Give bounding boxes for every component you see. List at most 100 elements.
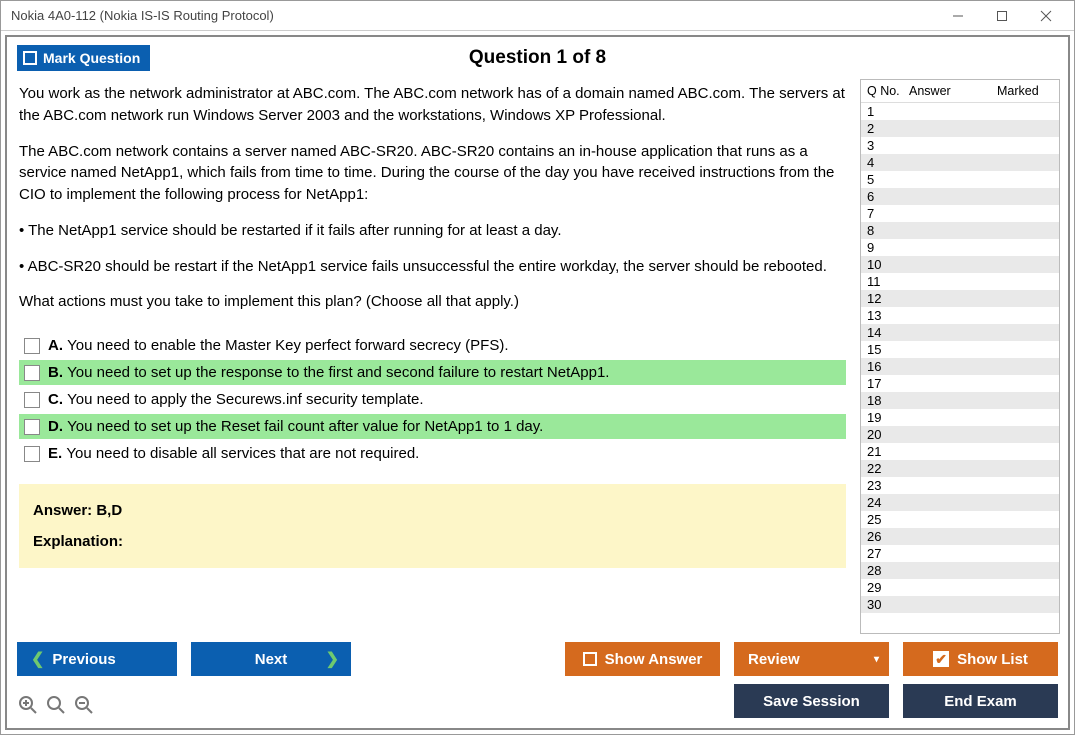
list-row[interactable]: 11 xyxy=(861,273,1059,290)
list-row[interactable]: 9 xyxy=(861,239,1059,256)
list-row[interactable]: 10 xyxy=(861,256,1059,273)
list-row[interactable]: 15 xyxy=(861,341,1059,358)
question-paragraph: What actions must you take to implement … xyxy=(19,291,846,313)
list-row[interactable]: 14 xyxy=(861,324,1059,341)
show-list-button[interactable]: ✔ Show List xyxy=(903,642,1058,676)
checkbox-icon xyxy=(23,51,37,65)
list-row[interactable]: 5 xyxy=(861,171,1059,188)
close-icon xyxy=(1040,10,1052,22)
row-qno: 18 xyxy=(861,393,907,408)
save-session-button[interactable]: Save Session xyxy=(734,684,889,718)
row-qno: 27 xyxy=(861,546,907,561)
row-qno: 11 xyxy=(861,274,907,289)
chevron-down-icon: ▾ xyxy=(874,654,879,665)
row-qno: 6 xyxy=(861,189,907,204)
option-checkbox[interactable] xyxy=(24,365,40,381)
list-row[interactable]: 21 xyxy=(861,443,1059,460)
show-list-label: Show List xyxy=(957,651,1028,668)
window-title: Nokia 4A0-112 (Nokia IS-IS Routing Proto… xyxy=(11,8,274,23)
list-row[interactable]: 18 xyxy=(861,392,1059,409)
row-qno: 3 xyxy=(861,138,907,153)
option-label: B. You need to set up the response to th… xyxy=(48,364,609,381)
row-qno: 4 xyxy=(861,155,907,170)
option-label: E. You need to disable all services that… xyxy=(48,445,419,462)
option-checkbox[interactable] xyxy=(24,392,40,408)
maximize-icon xyxy=(996,10,1008,22)
list-row[interactable]: 30 xyxy=(861,596,1059,613)
row-qno: 29 xyxy=(861,580,907,595)
end-exam-button[interactable]: End Exam xyxy=(903,684,1058,718)
list-row[interactable]: 27 xyxy=(861,545,1059,562)
list-row[interactable]: 20 xyxy=(861,426,1059,443)
check-icon: ✔ xyxy=(933,651,949,667)
list-row[interactable]: 6 xyxy=(861,188,1059,205)
row-qno: 8 xyxy=(861,223,907,238)
list-row[interactable]: 24 xyxy=(861,494,1059,511)
list-body[interactable]: 1234567891011121314151617181920212223242… xyxy=(861,103,1059,633)
footer: ❮ Previous Next ❯ Show Answer Review ▾ xyxy=(7,634,1068,728)
option-d[interactable]: D. You need to set up the Reset fail cou… xyxy=(19,414,846,439)
list-row[interactable]: 16 xyxy=(861,358,1059,375)
review-button[interactable]: Review ▾ xyxy=(734,642,889,676)
row-qno: 12 xyxy=(861,291,907,306)
list-row[interactable]: 26 xyxy=(861,528,1059,545)
list-row[interactable]: 28 xyxy=(861,562,1059,579)
list-row[interactable]: 17 xyxy=(861,375,1059,392)
list-row[interactable]: 29 xyxy=(861,579,1059,596)
list-row[interactable]: 1 xyxy=(861,103,1059,120)
row-qno: 21 xyxy=(861,444,907,459)
maximize-button[interactable] xyxy=(980,2,1024,30)
header-qno: Q No. xyxy=(863,84,909,98)
question-title: Question 1 of 8 xyxy=(7,47,1068,69)
options-list: A. You need to enable the Master Key per… xyxy=(19,333,846,468)
next-button[interactable]: Next ❯ xyxy=(191,642,351,676)
close-button[interactable] xyxy=(1024,2,1068,30)
zoom-in-icon xyxy=(18,695,38,715)
question-paragraph: • The NetApp1 service should be restarte… xyxy=(19,220,846,242)
zoom-out-icon xyxy=(74,695,94,715)
chevron-left-icon: ❮ xyxy=(31,649,44,669)
row-qno: 28 xyxy=(861,563,907,578)
chevron-right-icon: ❯ xyxy=(326,649,339,669)
question-paragraph: The ABC.com network contains a server na… xyxy=(19,141,846,206)
minimize-button[interactable] xyxy=(936,2,980,30)
question-area: You work as the network administrator at… xyxy=(15,79,852,634)
row-qno: 13 xyxy=(861,308,907,323)
explanation-label: Explanation: xyxy=(33,533,832,550)
list-row[interactable]: 13 xyxy=(861,307,1059,324)
zoom-icon xyxy=(46,695,66,715)
mark-question-button[interactable]: Mark Question xyxy=(17,45,150,71)
list-row[interactable]: 25 xyxy=(861,511,1059,528)
list-row[interactable]: 4 xyxy=(861,154,1059,171)
list-row[interactable]: 3 xyxy=(861,137,1059,154)
row-qno: 17 xyxy=(861,376,907,391)
list-header: Q No. Answer Marked xyxy=(861,80,1059,103)
row-qno: 14 xyxy=(861,325,907,340)
option-checkbox[interactable] xyxy=(24,446,40,462)
list-row[interactable]: 23 xyxy=(861,477,1059,494)
show-answer-button[interactable]: Show Answer xyxy=(565,642,720,676)
zoom-in-button[interactable] xyxy=(17,694,39,716)
question-paragraph: • ABC-SR20 should be restart if the NetA… xyxy=(19,256,846,278)
option-checkbox[interactable] xyxy=(24,419,40,435)
zoom-out-button[interactable] xyxy=(73,694,95,716)
main-row: You work as the network administrator at… xyxy=(7,79,1068,634)
row-qno: 19 xyxy=(861,410,907,425)
option-e[interactable]: E. You need to disable all services that… xyxy=(19,441,846,466)
row-qno: 7 xyxy=(861,206,907,221)
answer-line: Answer: B,D xyxy=(33,502,832,519)
list-row[interactable]: 8 xyxy=(861,222,1059,239)
row-qno: 15 xyxy=(861,342,907,357)
option-a[interactable]: A. You need to enable the Master Key per… xyxy=(19,333,846,358)
list-row[interactable]: 12 xyxy=(861,290,1059,307)
zoom-reset-button[interactable] xyxy=(45,694,67,716)
option-b[interactable]: B. You need to set up the response to th… xyxy=(19,360,846,385)
content-wrap: Mark Question Question 1 of 8 You work a… xyxy=(5,35,1070,730)
previous-button[interactable]: ❮ Previous xyxy=(17,642,177,676)
list-row[interactable]: 22 xyxy=(861,460,1059,477)
list-row[interactable]: 7 xyxy=(861,205,1059,222)
list-row[interactable]: 19 xyxy=(861,409,1059,426)
list-row[interactable]: 2 xyxy=(861,120,1059,137)
option-c[interactable]: C. You need to apply the Securews.inf se… xyxy=(19,387,846,412)
option-checkbox[interactable] xyxy=(24,338,40,354)
